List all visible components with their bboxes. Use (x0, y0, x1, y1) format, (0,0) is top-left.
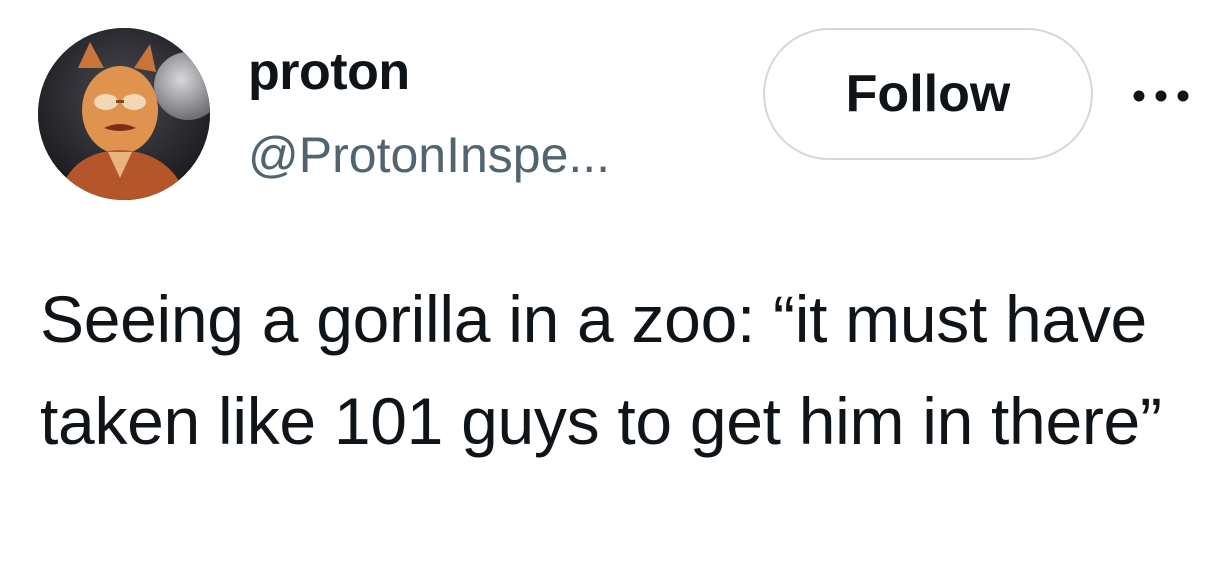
more-options-button[interactable] (1126, 78, 1196, 114)
tweet-card: proton @ProtonInspe... Follow Seeing a g… (0, 0, 1208, 578)
follow-button[interactable]: Follow (763, 28, 1093, 160)
tweet-text: Seeing a gorilla in a zoo: “it must have… (40, 282, 1162, 458)
avatar-image (38, 28, 210, 200)
more-horizontal-icon (1133, 90, 1189, 102)
avatar[interactable] (38, 28, 210, 200)
follow-button-label: Follow (845, 65, 1011, 123)
author-display-name[interactable]: proton (248, 40, 410, 104)
author-handle[interactable]: @ProtonInspe... (248, 124, 610, 186)
